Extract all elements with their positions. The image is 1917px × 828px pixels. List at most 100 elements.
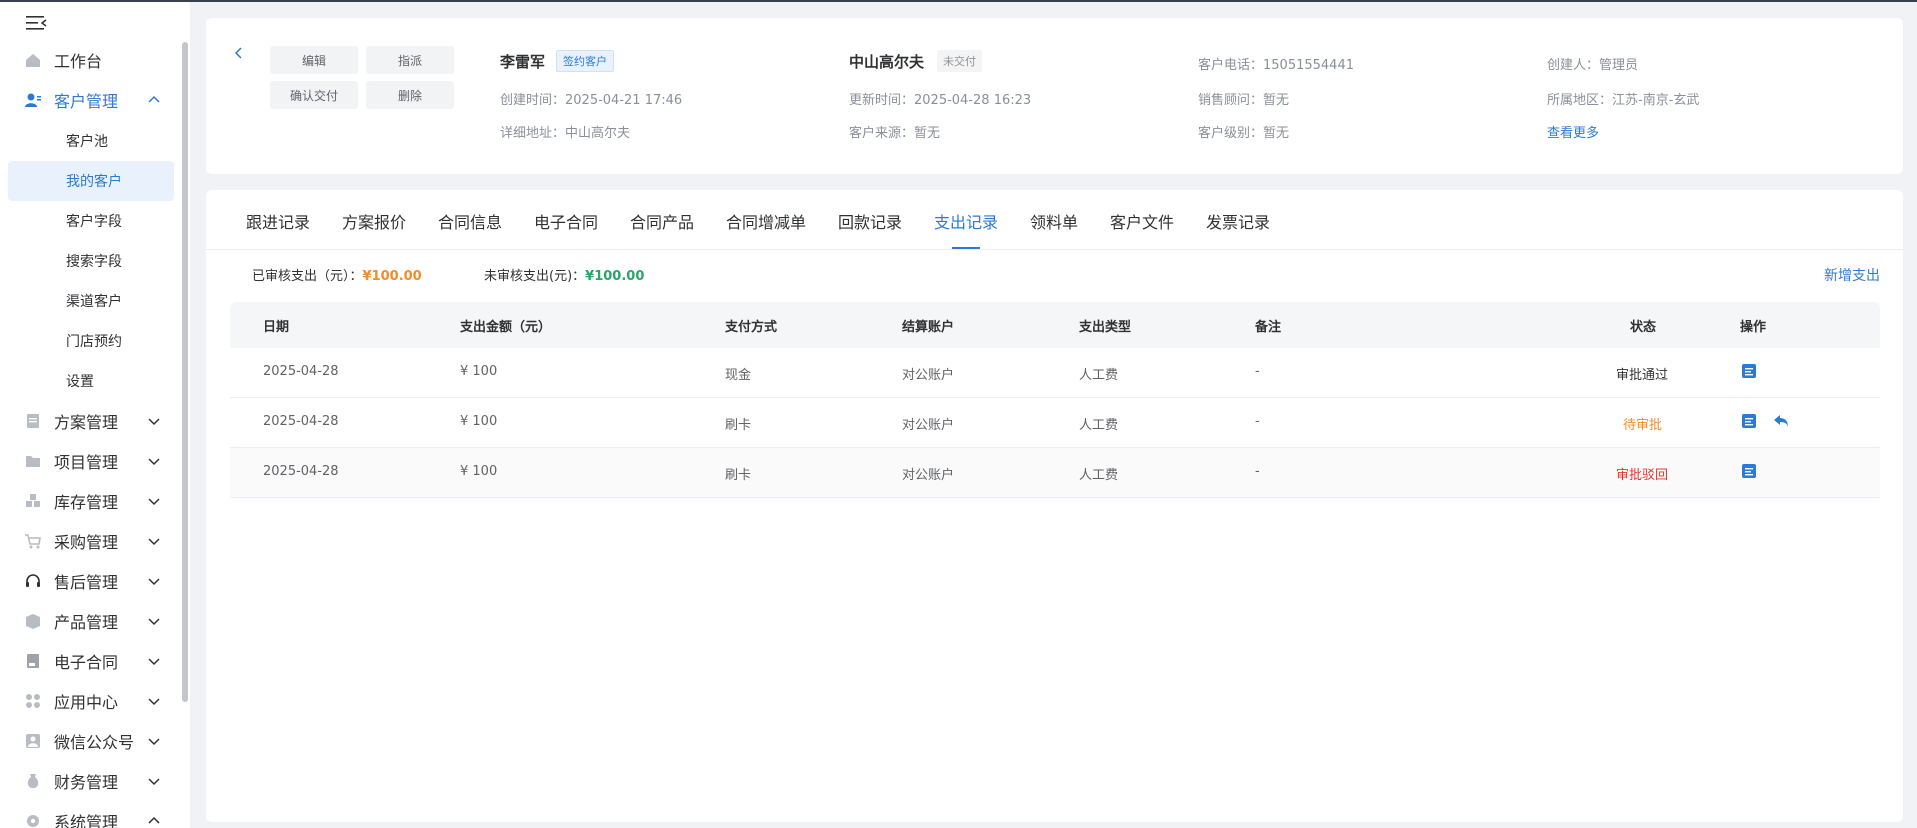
cell-expense-type: 人工费 (1079, 468, 1119, 483)
chevron-down-icon (148, 658, 160, 666)
tab-contract-products[interactable]: 合同产品 (630, 209, 694, 233)
cell-payment-method: 现金 (725, 368, 752, 383)
cell-payment-method: 刷卡 (725, 418, 752, 433)
active-tab-indicator (952, 247, 980, 249)
tab-quotation[interactable]: 方案报价 (342, 209, 406, 233)
back-arrow-icon[interactable] (232, 46, 246, 60)
creator: 创建人：管理员 (1547, 58, 1639, 73)
cell-amount: ¥ 100 (460, 414, 498, 429)
submenu-customer-pool[interactable]: 客户池 (8, 121, 174, 161)
submenu-channel-customers[interactable]: 渠道客户 (8, 281, 174, 321)
menu-project-management[interactable]: 项目管理 (8, 441, 176, 481)
cell-settlement-account: 对公账户 (902, 468, 955, 483)
chevron-down-icon (148, 458, 160, 466)
column-actions: 操作 (1740, 320, 1767, 335)
project-name: 中山高尔夫 (849, 53, 925, 71)
delivery-status-tag: 未交付 (937, 50, 982, 72)
tab-e-contract[interactable]: 电子合同 (534, 209, 598, 233)
contract-icon (24, 652, 42, 670)
column-date: 日期 (263, 320, 290, 335)
menu-e-contract[interactable]: 电子合同 (8, 641, 176, 681)
wechat-icon (24, 732, 42, 750)
cell-settlement-account: 对公账户 (902, 368, 955, 383)
chevron-down-icon (148, 538, 160, 546)
table-row: 2025-04-28 ¥ 100 刷卡 对公账户 人工费 - 审批驳回 (230, 448, 1880, 498)
chevron-down-icon (148, 618, 160, 626)
menu-label: 应用中心 (54, 693, 119, 712)
table-row: 2025-04-28 ¥ 100 刷卡 对公账户 人工费 - 待审批 (230, 398, 1880, 448)
sidebar-scrollbar[interactable] (182, 42, 188, 702)
cell-note: - (1255, 364, 1260, 379)
view-detail-icon[interactable] (1740, 462, 1758, 480)
add-expense-link[interactable]: 新增支出 (1824, 265, 1880, 285)
cell-date: 2025-04-28 (263, 464, 339, 479)
menu-label: 电子合同 (54, 653, 119, 672)
menu-inventory-management[interactable]: 库存管理 (8, 481, 176, 521)
menu-workbench[interactable]: 工作台 (8, 40, 176, 80)
delete-button[interactable]: 删除 (366, 81, 454, 109)
assign-button[interactable]: 指派 (366, 46, 454, 74)
customer-level: 客户级别：暂无 (1198, 126, 1290, 141)
inventory-icon (24, 492, 42, 510)
edit-button[interactable]: 编辑 (270, 46, 358, 74)
column-note: 备注 (1255, 320, 1282, 335)
tab-invoice-records[interactable]: 发票记录 (1206, 209, 1270, 233)
menu-label: 方案管理 (54, 413, 119, 432)
tab-contract-changes[interactable]: 合同增减单 (726, 209, 806, 233)
folder-icon (24, 452, 42, 470)
chevron-down-icon (148, 738, 160, 746)
tab-material-requisition[interactable]: 领料单 (1030, 209, 1078, 233)
revoke-icon[interactable] (1772, 412, 1790, 430)
menu-purchase-management[interactable]: 采购管理 (8, 521, 176, 561)
submenu-store-booking[interactable]: 门店预约 (8, 321, 174, 361)
tab-payment-records[interactable]: 回款记录 (838, 209, 902, 233)
tab-follow-up[interactable]: 跟进记录 (246, 209, 310, 233)
cell-payment-method: 刷卡 (725, 468, 752, 483)
menu-finance[interactable]: 财务管理 (8, 761, 176, 801)
submenu-my-customers[interactable]: 我的客户 (8, 161, 174, 201)
money-bag-icon (24, 772, 42, 790)
top-border (0, 0, 1917, 2)
submenu-label: 设置 (66, 374, 94, 390)
view-more-link[interactable]: 查看更多 (1547, 122, 1599, 141)
menu-after-sales[interactable]: 售后管理 (8, 561, 176, 601)
chevron-up-icon (148, 816, 160, 824)
chevron-down-icon (148, 698, 160, 706)
expense-table: 日期 支出金额（元） 支付方式 结算账户 支出类型 备注 状态 操作 2025-… (230, 302, 1880, 498)
submenu-label: 搜索字段 (66, 254, 122, 270)
menu-plan-management[interactable]: 方案管理 (8, 401, 176, 441)
home-icon (24, 51, 42, 69)
cart-icon (24, 532, 42, 550)
created-time: 创建时间：2025-04-21 17:46 (500, 93, 683, 108)
chevron-down-icon (148, 778, 160, 786)
column-payment-method: 支付方式 (725, 320, 778, 335)
submenu-search-fields[interactable]: 搜索字段 (8, 241, 174, 281)
column-expense-type: 支出类型 (1079, 320, 1132, 335)
tab-contract-info[interactable]: 合同信息 (438, 209, 502, 233)
customer-phone: 客户电话：15051554441 (1198, 58, 1354, 73)
cell-status: 审批通过 (1616, 368, 1669, 383)
view-detail-icon[interactable] (1740, 362, 1758, 380)
menu-app-center[interactable]: 应用中心 (8, 681, 176, 721)
apps-icon (24, 692, 42, 710)
menu-wechat[interactable]: 微信公众号 (8, 721, 176, 761)
tab-expense-records[interactable]: 支出记录 (934, 209, 998, 233)
view-detail-icon[interactable] (1740, 412, 1758, 430)
detail-address: 详细地址：中山高尔夫 (500, 126, 631, 141)
customer-name: 李雷军 (500, 53, 546, 71)
menu-customer-management[interactable]: 客户管理 (8, 80, 176, 120)
settings-icon (24, 812, 42, 828)
customer-tag: 签约客户 (556, 50, 614, 72)
menu-product-management[interactable]: 产品管理 (8, 601, 176, 641)
confirm-delivery-button[interactable]: 确认交付 (270, 81, 358, 109)
menu-label: 客户管理 (54, 92, 119, 111)
submenu-customer-fields[interactable]: 客户字段 (8, 201, 174, 241)
sales-consultant: 销售顾问：暂无 (1198, 93, 1290, 108)
menu-collapse-icon[interactable] (25, 14, 47, 32)
menu-label: 售后管理 (54, 573, 119, 592)
menu-label: 系统管理 (54, 813, 119, 828)
menu-system-management[interactable]: 系统管理 (8, 801, 176, 828)
tab-customer-files[interactable]: 客户文件 (1110, 209, 1174, 233)
chevron-down-icon (148, 498, 160, 506)
submenu-settings[interactable]: 设置 (8, 361, 174, 401)
